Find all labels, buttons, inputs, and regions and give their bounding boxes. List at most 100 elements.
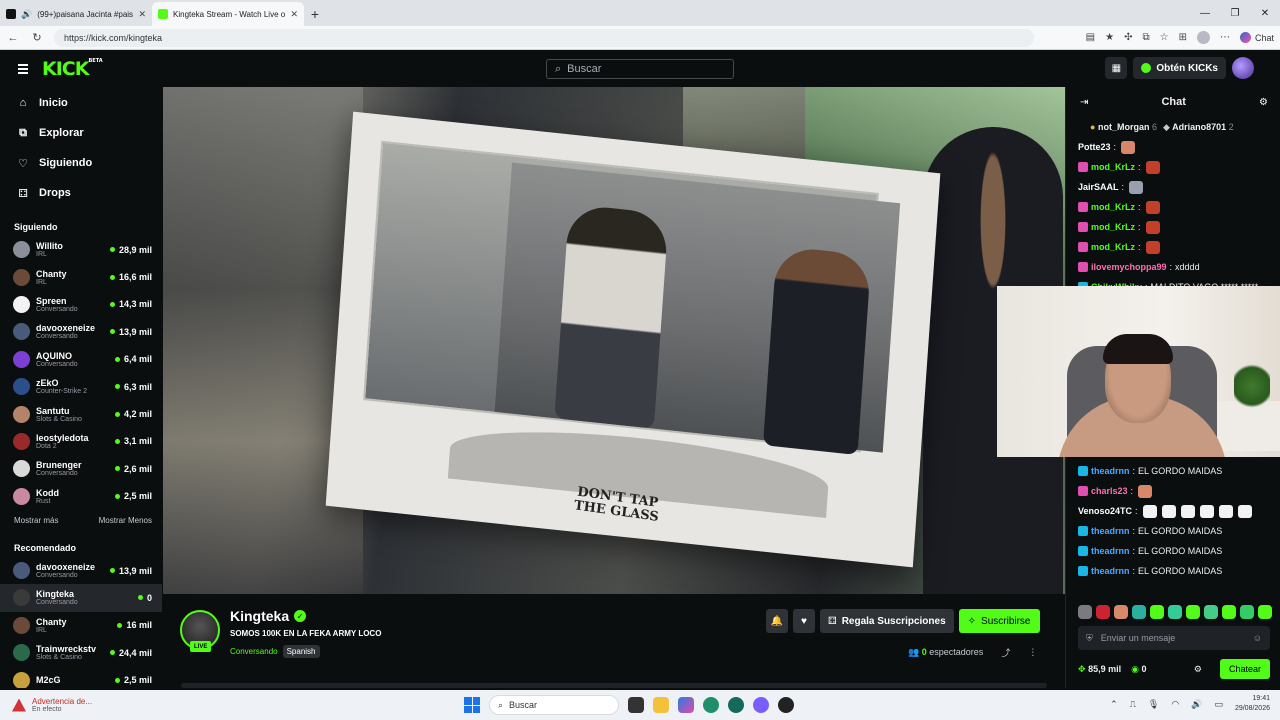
chevron-up-icon[interactable]: ⌃ (1110, 699, 1118, 710)
taskbar-search[interactable]: ⌕ Buscar (489, 695, 619, 715)
chat-username[interactable]: JairSAAL (1078, 182, 1119, 192)
battery-icon[interactable]: ▭ (1214, 699, 1223, 710)
chat-username[interactable]: mod_KrLz (1091, 222, 1135, 232)
close-tab-icon[interactable]: ✕ (290, 9, 298, 20)
sidebar-channel-kodd[interactable]: Kodd Rust 2,5 mil (0, 483, 162, 510)
heart-follow-icon[interactable]: ♥ (793, 609, 815, 633)
copilot-button[interactable]: Chat (1239, 32, 1274, 43)
chat-settings-icon[interactable]: ⚙ (1259, 97, 1268, 108)
close-window-icon[interactable]: ✕ (1250, 0, 1280, 26)
emote-icon[interactable] (1132, 605, 1146, 619)
chat-username[interactable]: Venoso24TC (1078, 506, 1132, 516)
stream-category-link[interactable]: Conversando (230, 647, 278, 656)
volume-icon[interactable]: 🔊 (1191, 699, 1202, 710)
chat-username[interactable]: mod_KrLz (1091, 162, 1135, 172)
more-menu-icon[interactable]: ⋯ (1220, 32, 1230, 43)
sidebar-channel-santutu[interactable]: Santutu Slots & Casino 4,2 mil (0, 400, 162, 427)
mic-icon[interactable]: 🎙 (1148, 699, 1159, 710)
reader-icon[interactable]: ▤ (1086, 32, 1095, 43)
chat-message-input[interactable]: ⛨ Enviar un mensaje ☺ (1078, 626, 1270, 650)
sidebar-channel-zeko[interactable]: zEkO Counter-Strike 2 6,3 mil (0, 373, 162, 400)
sidebar-channel-trainwreckstv[interactable]: Trainwreckstv Slots & Casino 24,4 mil (0, 639, 162, 666)
emote-icon[interactable] (1114, 605, 1128, 619)
sidebar-channel-chanty[interactable]: Chanty IRL 16 mil (0, 612, 162, 639)
sidebar-channel-aquino[interactable]: AQUINO Conversando 6,4 mil (0, 346, 162, 373)
chat-username[interactable]: Potte23 (1078, 142, 1111, 152)
close-tab-icon[interactable]: ✕ (138, 9, 146, 20)
browser-tab-1[interactable]: 🔊 (99+)paisana Jacinta #paisanaJ ✕ (0, 2, 152, 26)
chat-gear-icon[interactable]: ⚙ (1194, 664, 1202, 675)
emoji-icon[interactable]: ☺ (1253, 633, 1262, 643)
browser-tab-2[interactable]: Kingteka Stream - Watch Live on K ✕ (152, 2, 304, 26)
menu-icon[interactable] (18, 64, 28, 74)
bell-icon[interactable]: 🔔 (766, 609, 788, 633)
copilot-app-icon[interactable] (678, 697, 694, 713)
app-icon[interactable] (728, 697, 744, 713)
minimize-icon[interactable]: — (1190, 0, 1220, 26)
emote-icon[interactable] (1150, 605, 1164, 619)
file-explorer-icon[interactable] (653, 697, 669, 713)
kicks-balance[interactable]: ✥ 85,9 mil (1078, 664, 1121, 675)
sidebar-channel-chanty[interactable]: Chanty IRL 16,6 mil (0, 263, 162, 290)
reload-icon[interactable]: ↻ (30, 31, 44, 44)
emote-icon[interactable] (1186, 605, 1200, 619)
nav-explorar[interactable]: ⧉ Explorar (0, 118, 162, 148)
url-field[interactable]: https://kick.com/kingteka (54, 28, 1034, 47)
sidebar-channel-willito[interactable]: Willito IRL 28,9 mil (0, 236, 162, 263)
sidebar-channel-brunenger[interactable]: Brunenger Conversando 2,6 mil (0, 455, 162, 482)
share-icon[interactable]: ⤴ (1001, 646, 1010, 659)
send-chat-button[interactable]: Chatear (1219, 659, 1270, 679)
wifi-icon[interactable]: ◠ (1171, 699, 1179, 710)
windows-start-icon[interactable] (464, 697, 480, 713)
nav-drops[interactable]: ⚃ Drops (0, 178, 162, 208)
emote-icon[interactable] (1258, 605, 1272, 619)
search-input[interactable]: ⌕ Buscar (546, 59, 734, 79)
emote-icon[interactable] (1096, 605, 1110, 619)
gifter-2[interactable]: ◆ Adriano8701 2 (1163, 122, 1234, 133)
collections-icon[interactable]: ⊞ (1179, 32, 1187, 43)
network-icon[interactable]: ⎍ (1130, 699, 1136, 710)
clock[interactable]: 19:41 29/08/2026 (1235, 694, 1270, 714)
edge-icon[interactable] (703, 697, 719, 713)
chat-username[interactable]: charls23 (1091, 486, 1128, 496)
sidebar-channel-spreen[interactable]: Spreen Conversando 14,3 mil (0, 291, 162, 318)
emote-icon[interactable] (1078, 605, 1092, 619)
emote-icon[interactable] (1240, 605, 1254, 619)
streamer-name[interactable]: Kingteka ✓ (230, 608, 307, 624)
chat-username[interactable]: theadrnn (1091, 566, 1130, 576)
sidebar-channel-m2cg[interactable]: M2cG 2,5 mil (0, 666, 162, 688)
collapse-chat-icon[interactable]: ⇥ (1080, 97, 1088, 108)
emote-icon[interactable] (1204, 605, 1218, 619)
split-screen-icon[interactable]: ⧉ (1142, 32, 1149, 43)
video-player[interactable]: DON'T TAP THE GLASS (163, 87, 1065, 594)
favorites-icon[interactable]: ☆ (1160, 32, 1169, 43)
extensions-icon[interactable]: ✣ (1124, 32, 1132, 43)
chat-username[interactable]: ilovemychoppa99 (1091, 262, 1167, 272)
show-more-button[interactable]: Mostrar más (14, 516, 58, 525)
sidebar-channel-kingteka[interactable]: Kingteka Conversando 0 (0, 584, 162, 612)
chat-username[interactable]: theadrnn (1091, 466, 1130, 476)
nav-inicio[interactable]: ⌂ Inicio (0, 88, 162, 118)
show-less-button[interactable]: Mostrar Menos (99, 516, 152, 525)
get-kicks-button[interactable]: Obtén KICKs (1133, 57, 1226, 79)
gifter-1[interactable]: ● not_Morgan 6 (1090, 122, 1157, 132)
user-avatar[interactable] (1232, 57, 1254, 79)
profile-avatar[interactable] (1196, 31, 1210, 44)
discord-icon[interactable] (753, 697, 769, 713)
kick-logo[interactable]: KICKBETA (42, 58, 103, 80)
maximize-icon[interactable]: ❐ (1220, 0, 1250, 26)
speaker-icon[interactable]: 🔊 (21, 9, 32, 20)
subscribe-button[interactable]: ✧ Suscribirse (958, 609, 1040, 633)
emote-icon[interactable] (1168, 605, 1182, 619)
gift-subs-button[interactable]: ⚃ Regala Suscripciones (820, 609, 954, 633)
language-tag[interactable]: Spanish (282, 645, 320, 658)
chat-username[interactable]: theadrnn (1091, 546, 1130, 556)
sidebar-channel-leostyledota[interactable]: leostyledota Dota 2 3,1 mil (0, 428, 162, 455)
back-icon[interactable]: ← (6, 32, 20, 44)
sidebar-channel-davooxeneize[interactable]: davooxeneize Conversando 13,9 mil (0, 318, 162, 345)
more-options-icon[interactable]: ⋮ (1028, 647, 1037, 658)
notification-widget[interactable]: Advertencia de... En efecto (0, 697, 200, 713)
layout-toggle-button[interactable]: ▦ (1105, 57, 1128, 79)
task-view-icon[interactable] (628, 697, 644, 713)
channel-points[interactable]: ◉ 0 (1131, 664, 1146, 675)
